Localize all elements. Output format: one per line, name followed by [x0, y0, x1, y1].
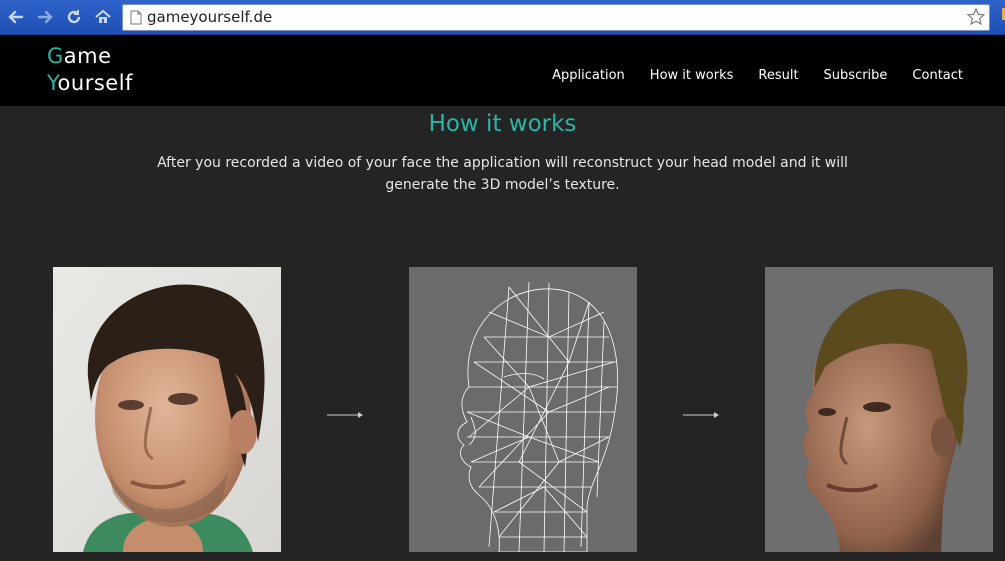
- nav-subscribe[interactable]: Subscribe: [824, 68, 888, 83]
- step-photo-image: [53, 267, 281, 552]
- url-text[interactable]: gameyourself.de: [147, 8, 272, 26]
- reload-icon[interactable]: [63, 6, 85, 28]
- how-it-works-section: How it works After you recorded a video …: [0, 106, 1005, 561]
- page-icon: [130, 10, 142, 30]
- home-icon[interactable]: [92, 6, 114, 28]
- nav-how-it-works[interactable]: How it works: [650, 68, 734, 83]
- arrow-icon: [683, 406, 721, 424]
- main-nav: Application How it works Result Subscrib…: [552, 68, 963, 83]
- nav-contact[interactable]: Contact: [912, 68, 963, 83]
- nav-application[interactable]: Application: [552, 68, 625, 83]
- site-logo[interactable]: Game Yourself: [47, 43, 133, 97]
- logo-line-1: Game: [47, 44, 112, 68]
- star-icon[interactable]: [966, 7, 986, 32]
- browser-toolbar: gameyourself.de: [0, 0, 1005, 35]
- forward-icon[interactable]: [34, 6, 56, 28]
- site-header: Game Yourself Application How it works R…: [0, 35, 1005, 106]
- section-title: How it works: [428, 111, 577, 137]
- back-icon[interactable]: [5, 6, 27, 28]
- step-textured-model-image: [765, 267, 993, 552]
- logo-line-2: Yourself: [47, 71, 133, 95]
- step-wireframe-image: [409, 267, 637, 552]
- address-bar[interactable]: gameyourself.de: [122, 4, 990, 31]
- section-description: After you recorded a video of your face …: [157, 155, 848, 193]
- nav-result[interactable]: Result: [758, 68, 798, 83]
- arrow-icon: [327, 406, 365, 424]
